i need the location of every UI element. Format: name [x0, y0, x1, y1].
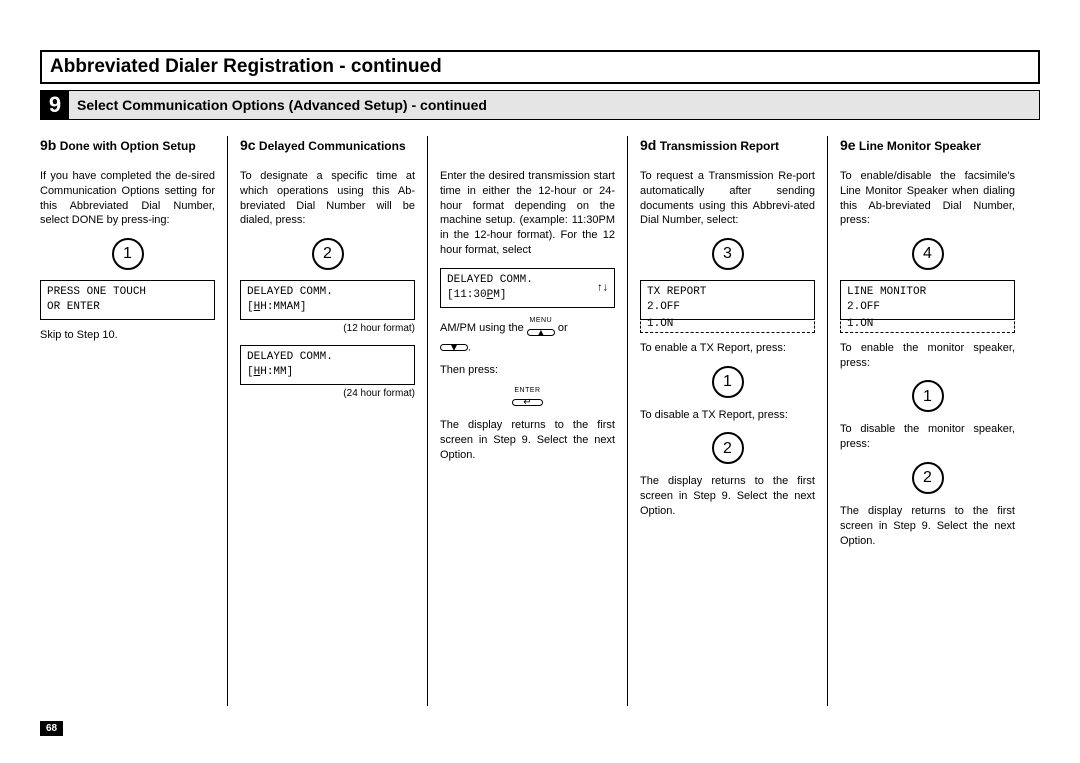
menu-up-button: MENU	[527, 316, 555, 340]
col-9c-num: 9c	[240, 137, 256, 153]
section-number: 9	[41, 91, 69, 119]
col-9d-body: To request a Transmission Re-port automa…	[640, 169, 815, 228]
col-9b-header: 9b Done with Option Setup	[40, 136, 215, 155]
page-title-bar: Abbreviated Dialer Registration - contin…	[40, 50, 1040, 84]
col-9e-num: 9e	[840, 137, 856, 153]
lcd-display: TX REPORT 2.OFF	[640, 280, 815, 320]
lcd-display: DELAYED COMM. [HH:MMAM]	[240, 280, 415, 320]
section-title: Select Communication Options (Advanced S…	[69, 93, 495, 117]
col-9c-body: To designate a specific time at which op…	[240, 169, 415, 228]
col-9d-header: 9d Transmission Report	[640, 136, 815, 155]
keypad-button: 3	[712, 238, 744, 270]
col-9c2-tail: The display returns to the first screen …	[440, 418, 615, 463]
col-9d-title: Transmission Report	[660, 139, 779, 153]
keypad-button: 1	[912, 380, 944, 412]
col-9b-num: 9b	[40, 137, 56, 153]
lcd-note: (24 hour format)	[240, 387, 415, 401]
page-title: Abbreviated Dialer Registration - contin…	[50, 56, 442, 77]
column-9e: 9e Line Monitor Speaker To enable/disabl…	[828, 136, 1015, 706]
keypad-button: 2	[712, 432, 744, 464]
column-9c-continued: .. Enter the desired transmission start …	[428, 136, 628, 706]
col-9c-title: Delayed Communications	[259, 139, 406, 153]
page: Abbreviated Dialer Registration - contin…	[40, 50, 1040, 706]
col-9b-title: Done with Option Setup	[60, 139, 196, 153]
section-header: 9 Select Communication Options (Advanced…	[40, 90, 1040, 120]
lcd-display: LINE MONITOR 2.OFF	[840, 280, 1015, 320]
column-9d: 9d Transmission Report To request a Tran…	[628, 136, 828, 706]
keypad-button: 2	[312, 238, 344, 270]
down-button-row: .	[440, 340, 615, 355]
col-9d-num: 9d	[640, 137, 656, 153]
lcd-display: DELAYED COMM. [HH:MM]	[240, 345, 415, 385]
column-9b: 9b Done with Option Setup If you have co…	[40, 136, 228, 706]
col-9d-tail: The display returns to the first screen …	[640, 474, 815, 519]
disable-text: To disable the monitor speaker, press:	[840, 422, 1015, 452]
col-9e-title: Line Monitor Speaker	[859, 139, 981, 153]
col-9c2-body: Enter the desired transmission start tim…	[440, 169, 615, 258]
enable-text: To enable a TX Report, press:	[640, 341, 815, 356]
disable-text: To disable a TX Report, press:	[640, 408, 815, 423]
columns: 9b Done with Option Setup If you have co…	[40, 136, 1040, 706]
col-9e-tail: The display returns to the first screen …	[840, 504, 1015, 549]
column-9c: 9c Delayed Communications To designate a…	[228, 136, 428, 706]
page-number: 68	[40, 721, 63, 736]
up-icon	[527, 329, 555, 336]
then-press: Then press:	[440, 363, 615, 378]
enter-button-row: ENTER	[440, 386, 615, 410]
enter-button: ENTER	[512, 386, 542, 410]
col-9c-header: 9c Delayed Communications	[240, 136, 415, 155]
down-icon	[440, 344, 468, 351]
keypad-button: 2	[912, 462, 944, 494]
col-9b-body: If you have completed the de-sired Commu…	[40, 169, 215, 228]
enter-icon	[512, 399, 542, 406]
down-button	[440, 340, 468, 355]
lcd-display: PRESS ONE TOUCH OR ENTER	[40, 280, 215, 320]
col-9e-body: To enable/disable the facsimile's Line M…	[840, 169, 1015, 228]
col-9e-header: 9e Line Monitor Speaker	[840, 136, 1015, 155]
ampm-line: AM/PM using the MENU or	[440, 316, 615, 340]
keypad-button: 1	[712, 366, 744, 398]
keypad-button: 1	[112, 238, 144, 270]
col-9b-note: Skip to Step 10.	[40, 328, 215, 343]
keypad-button: 4	[912, 238, 944, 270]
enable-text: To enable the monitor speaker, press:	[840, 341, 1015, 371]
lcd-display: DELAYED COMM. [11:30PM]↑↓	[440, 268, 615, 308]
lcd-note: (12 hour format)	[240, 322, 415, 336]
arrow-icon: ↑↓	[597, 280, 608, 295]
